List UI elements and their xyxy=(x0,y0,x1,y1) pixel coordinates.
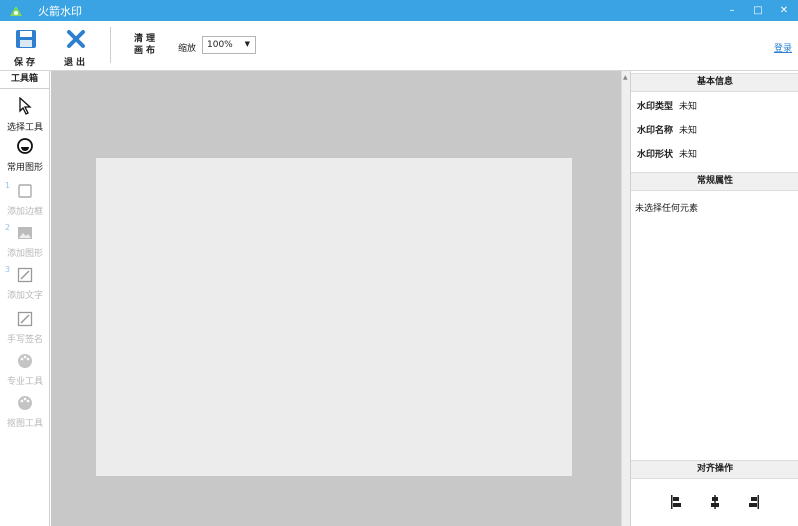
step-number: 2 xyxy=(5,223,11,232)
app-logo-icon xyxy=(8,4,24,18)
palette-icon xyxy=(17,353,33,372)
workspace-area xyxy=(51,71,621,526)
canvas[interactable] xyxy=(96,158,572,476)
chevron-down-icon: ▼ xyxy=(244,40,250,48)
signature-icon xyxy=(17,311,33,330)
zoom-value: 100% xyxy=(207,40,233,50)
text-edit-icon xyxy=(17,267,33,286)
shape-icon xyxy=(16,137,34,158)
login-link[interactable]: 登录 xyxy=(774,41,792,54)
image-icon xyxy=(17,225,33,244)
info-key: 水印名称 xyxy=(637,126,674,136)
info-row-shape: 水印形状 未知 xyxy=(637,147,697,160)
props-header: 常规属性 xyxy=(631,172,798,191)
close-window-icon[interactable]: ✕ xyxy=(778,5,790,16)
step-number: 1 xyxy=(5,181,11,190)
tool-select[interactable]: 选择工具 xyxy=(0,96,50,133)
save-label: 保存 xyxy=(14,58,39,68)
save-button[interactable]: 保存 xyxy=(14,29,38,68)
toolbox-title: 工具箱 xyxy=(0,71,49,89)
palette-icon xyxy=(17,395,33,414)
tool-add-text[interactable]: 3 添加文字 xyxy=(0,265,50,301)
exit-button[interactable]: 退出 xyxy=(64,29,88,68)
step-number: 3 xyxy=(5,265,11,274)
align-header: 对齐操作 xyxy=(631,460,798,479)
window-title: 火箭水印 xyxy=(38,4,82,18)
tool-add-image[interactable]: 2 添加图形 xyxy=(0,223,50,259)
border-icon xyxy=(17,183,33,202)
tool-label: 添加文字 xyxy=(6,291,43,301)
toolbar: 保存 退出 清理画布 缩放 100% ▼ 登录 xyxy=(0,21,798,71)
tool-label: 常用图形 xyxy=(6,163,43,173)
info-row-type: 水印类型 未知 xyxy=(637,99,697,112)
properties-panel: 基本信息 水印类型 未知 水印名称 未知 水印形状 未知 常规属性 未选择任何元素 对… xyxy=(630,71,798,526)
save-icon xyxy=(15,29,37,52)
tool-label: 添加图形 xyxy=(6,249,43,259)
info-value: 未知 xyxy=(679,126,698,136)
exit-label: 退出 xyxy=(64,58,89,68)
align-center-icon[interactable] xyxy=(709,494,721,513)
info-row-name: 水印名称 未知 xyxy=(637,123,697,136)
zoom-label: 缩放 xyxy=(178,44,197,54)
tool-label: 专业工具 xyxy=(6,377,43,387)
info-value: 未知 xyxy=(679,102,698,112)
info-key: 水印形状 xyxy=(637,150,674,160)
exit-x-icon xyxy=(66,29,86,52)
basic-info-header: 基本信息 xyxy=(631,73,798,92)
tool-label: 添加边框 xyxy=(6,207,43,217)
title-bar: 火箭水印 – □ ✕ xyxy=(0,0,798,21)
zoom-select[interactable]: 100% ▼ xyxy=(202,36,256,54)
scroll-up-icon[interactable]: ▲ xyxy=(623,74,628,81)
tool-label: 手写签名 xyxy=(6,335,43,345)
vertical-scrollbar[interactable]: ▲ xyxy=(621,71,630,526)
info-value: 未知 xyxy=(679,150,698,160)
info-key: 水印类型 xyxy=(637,102,674,112)
minimize-icon[interactable]: – xyxy=(726,5,738,16)
tool-common-shapes[interactable]: 常用图形 xyxy=(0,137,50,173)
align-toolbar xyxy=(631,481,798,526)
align-left-icon[interactable] xyxy=(670,494,682,513)
clear-canvas-button[interactable]: 清理画布 xyxy=(134,33,158,57)
toolbar-divider xyxy=(110,27,111,63)
toolbox-panel: 工具箱 选择工具 常用图形 1 添加边框 2 添加图形 3 添加文字 手写签名 … xyxy=(0,71,50,526)
tool-label: 选择工具 xyxy=(6,123,43,133)
props-empty-message: 未选择任何元素 xyxy=(635,204,699,214)
cursor-icon xyxy=(18,96,32,118)
tool-professional[interactable]: 专业工具 xyxy=(0,353,50,387)
tool-cutout[interactable]: 抠图工具 xyxy=(0,395,50,429)
align-right-icon[interactable] xyxy=(748,494,760,513)
window-controls: – □ ✕ xyxy=(726,0,790,21)
tool-label: 抠图工具 xyxy=(6,419,43,429)
maximize-icon[interactable]: □ xyxy=(752,5,764,16)
tool-add-border[interactable]: 1 添加边框 xyxy=(0,181,50,217)
tool-handwritten-signature[interactable]: 手写签名 xyxy=(0,311,50,345)
